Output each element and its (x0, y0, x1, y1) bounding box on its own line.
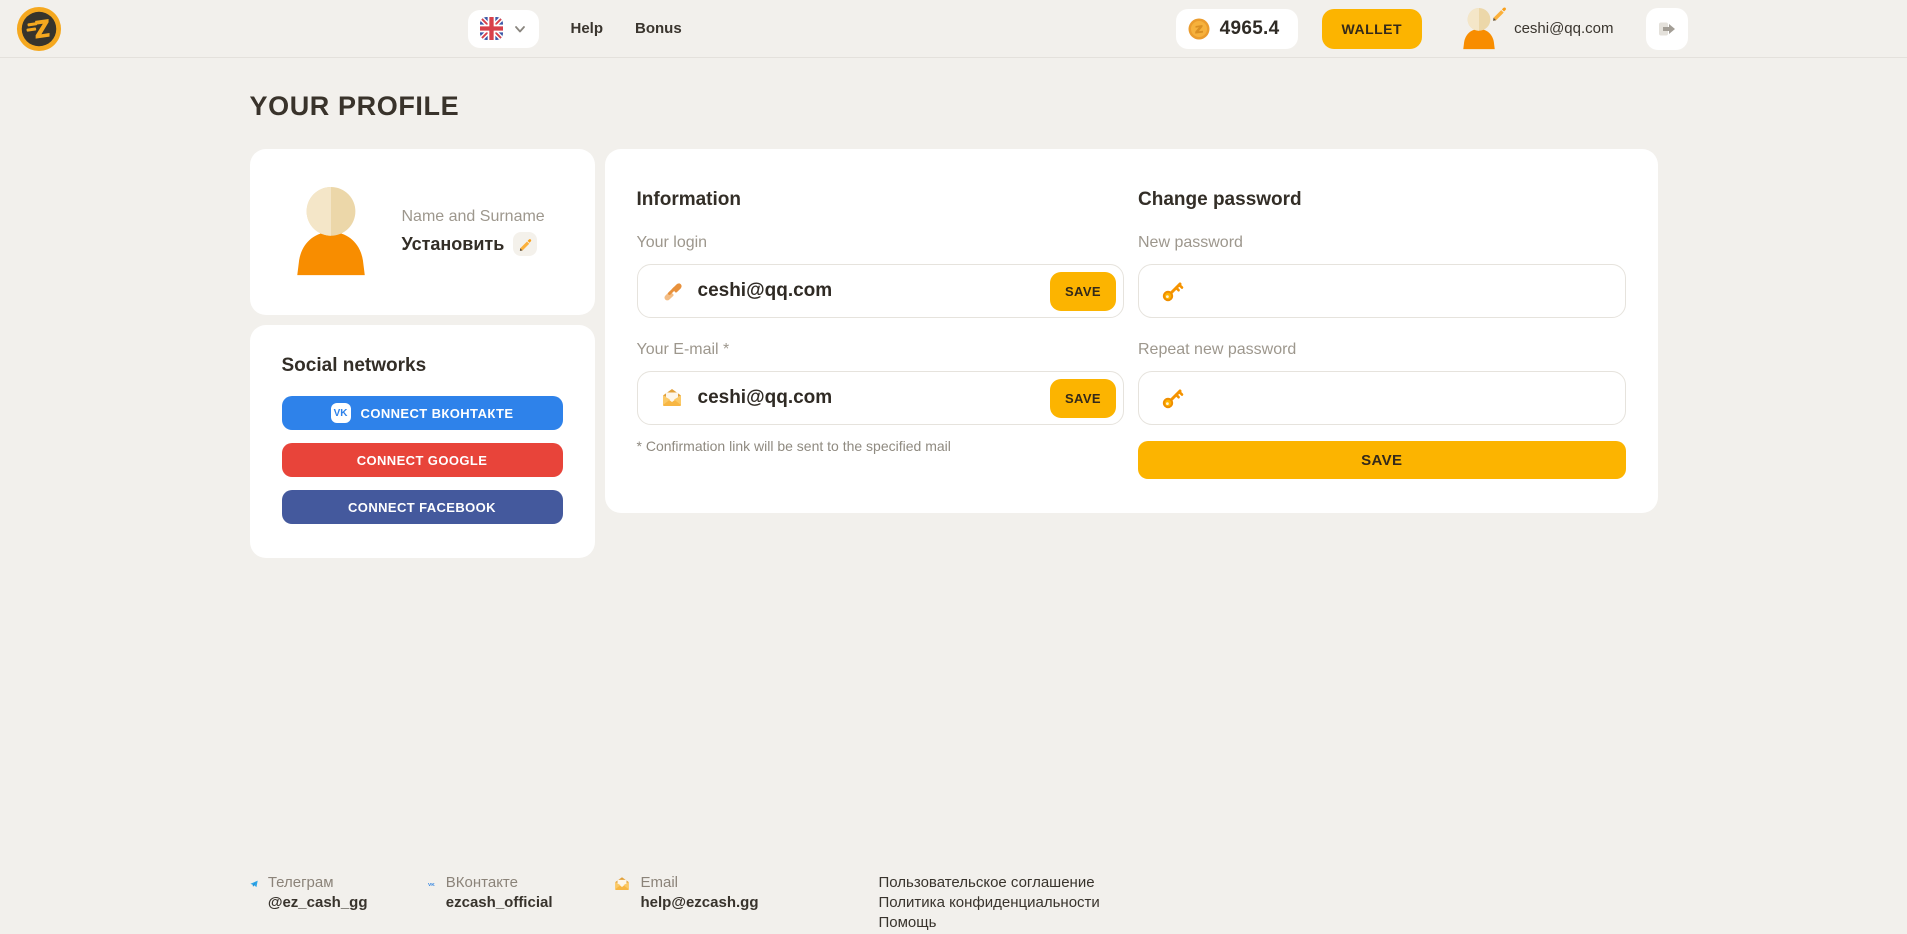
user-avatar (1458, 7, 1500, 51)
vkontakte-handle[interactable]: ezcash_official (446, 894, 553, 911)
ezcash-logo[interactable] (16, 6, 62, 52)
new-password-label: New password (1138, 234, 1626, 252)
vk-icon: VK (331, 403, 351, 423)
connect-vkontakte-button[interactable]: VK CONNECT ВКОНТАКТЕ (282, 396, 563, 430)
wallet-button[interactable]: WALLET (1322, 9, 1423, 49)
key-icon (1161, 386, 1185, 410)
login-field-row: SAVE (637, 264, 1125, 318)
name-surname-label: Name and Surname (402, 208, 545, 226)
nav-help[interactable]: Help (571, 20, 604, 37)
edit-pencil-icon (1491, 5, 1508, 22)
svg-text:VK: VK (428, 882, 435, 888)
email-input[interactable] (684, 387, 1044, 409)
pencil-icon (518, 237, 533, 252)
nav-bonus[interactable]: Bonus (635, 20, 682, 37)
user-email: ceshi@qq.com (1514, 20, 1613, 37)
profile-avatar (286, 185, 376, 279)
connect-vkontakte-label: CONNECT ВКОНТАКТЕ (361, 406, 514, 421)
connect-google-label: CONNECT GOOGLE (357, 453, 488, 468)
change-password-title: Change password (1138, 189, 1626, 211)
connect-google-button[interactable]: CONNECT GOOGLE (282, 443, 563, 477)
email-contact-value[interactable]: help@ezcash.gg (641, 894, 759, 911)
login-save-button[interactable]: SAVE (1050, 272, 1116, 311)
repeat-password-label: Repeat new password (1138, 341, 1626, 359)
set-name-link[interactable]: Установить (402, 234, 505, 255)
email-confirmation-note: * Confirmation link will be sent to the … (637, 438, 1125, 454)
balance-amount: 4965.4 (1220, 18, 1280, 40)
login-label: Your login (637, 234, 1125, 252)
envelope-icon (660, 386, 684, 410)
information-section: Information Your login SAVE Your E-mail … (637, 189, 1125, 479)
connect-facebook-button[interactable]: CONNECT FACEBOOK (282, 490, 563, 524)
footer-email[interactable]: Email help@ezcash.gg (613, 874, 773, 911)
balance-display[interactable]: 4965.4 (1176, 9, 1298, 49)
email-field-row: SAVE (637, 371, 1125, 425)
new-password-row (1138, 264, 1626, 318)
footer-link-terms[interactable]: Пользовательское соглашение (879, 874, 1100, 892)
user-menu[interactable]: ceshi@qq.com (1458, 7, 1613, 51)
link-icon (660, 279, 684, 303)
telegram-icon (250, 875, 258, 893)
footer-link-privacy[interactable]: Политика конфиденциальности (879, 894, 1100, 912)
footer-links: Пользовательское соглашение Политика кон… (879, 874, 1100, 934)
logout-button[interactable] (1646, 8, 1688, 50)
chevron-down-icon (513, 22, 527, 36)
email-icon (613, 875, 631, 893)
repeat-password-row (1138, 371, 1626, 425)
uk-flag-icon (480, 17, 503, 40)
new-password-input[interactable] (1185, 280, 1603, 302)
telegram-label: Телеграм (268, 874, 368, 891)
login-input[interactable] (684, 280, 1044, 302)
key-icon (1161, 279, 1185, 303)
telegram-handle[interactable]: @ez_cash_gg (268, 894, 368, 911)
password-save-button[interactable]: SAVE (1138, 441, 1626, 479)
change-password-section: Change password New password Repeat new … (1138, 189, 1626, 479)
vkontakte-label: ВКонтакте (446, 874, 553, 891)
top-bar: Help Bonus 4965.4 WALLET ceshi@qq.com (0, 0, 1907, 58)
settings-card: Information Your login SAVE Your E-mail … (605, 149, 1658, 513)
footer-link-help[interactable]: Помощь (879, 914, 1100, 932)
social-networks-card: Social networks VK CONNECT ВКОНТАКТЕ CON… (250, 325, 595, 558)
footer: Телеграм @ez_cash_gg VK ВКонтакте ezcash… (250, 874, 1658, 934)
vk-icon: VK (428, 875, 436, 893)
page-title: YOUR PROFILE (250, 91, 1658, 122)
coin-icon (1188, 18, 1210, 40)
profile-card: Name and Surname Установить (250, 149, 595, 315)
footer-telegram[interactable]: Телеграм @ez_cash_gg (250, 874, 368, 911)
language-selector[interactable] (468, 10, 539, 48)
edit-name-button[interactable] (513, 232, 537, 256)
connect-facebook-label: CONNECT FACEBOOK (348, 500, 496, 515)
information-title: Information (637, 189, 1125, 211)
logout-arrow-icon (1657, 19, 1677, 39)
repeat-password-input[interactable] (1185, 387, 1603, 409)
social-networks-title: Social networks (282, 355, 563, 377)
footer-vkontakte[interactable]: VK ВКонтакте ezcash_official (428, 874, 553, 911)
email-contact-label: Email (641, 874, 759, 891)
email-label: Your E-mail * (637, 341, 1125, 359)
email-save-button[interactable]: SAVE (1050, 379, 1116, 418)
